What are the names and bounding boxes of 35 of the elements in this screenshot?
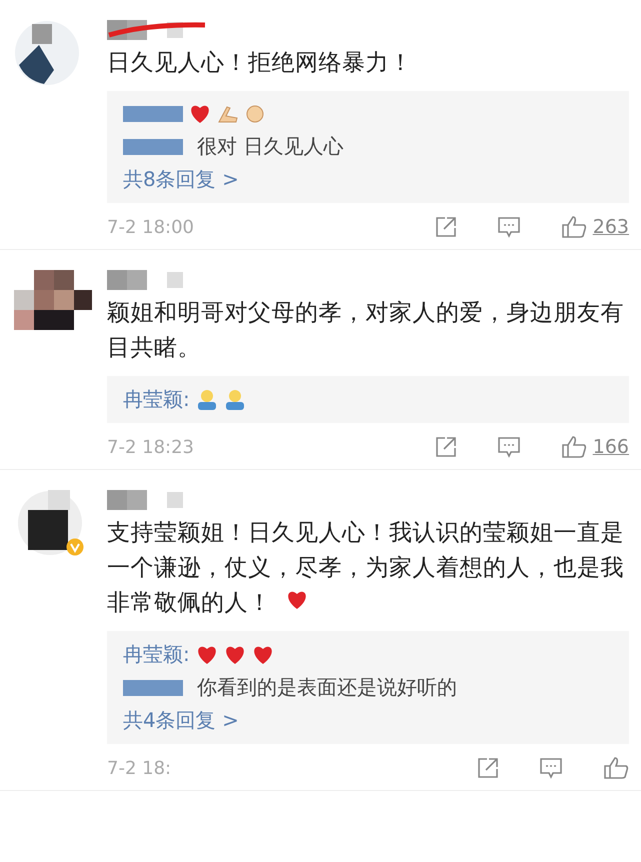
like-count: 263 (592, 216, 629, 238)
comment-time: 7-2 18:00 (107, 216, 195, 238)
reply-author[interactable]: 冉莹颖: (123, 386, 190, 413)
reply-author[interactable]: 冉莹颖: (123, 641, 190, 668)
heart-icon (286, 590, 308, 610)
like-count: 166 (592, 436, 629, 458)
comment-text: 颖姐和明哥对父母的孝，对家人的爱，身边朋友有目共睹。 (107, 299, 625, 363)
heart-icon (189, 104, 211, 124)
comment-icon[interactable] (539, 757, 563, 780)
comment-time: 7-2 18:23 (107, 436, 195, 458)
person-icon (196, 388, 218, 410)
person-icon (224, 388, 246, 410)
reply-text: 很对 日久见人心 (197, 133, 344, 160)
reply-text: 你看到的是表面还是说好听的 (197, 674, 457, 702)
more-replies-link[interactable]: 共8条回复 > (123, 166, 613, 193)
more-replies-link[interactable]: 共4条回复 > (123, 707, 613, 734)
comment-text: 日久见人心！拒绝网络暴力！ (107, 49, 414, 78)
comment-text: 支持莹颖姐！日久见人心！我认识的莹颖姐一直是一个谦逊，仗义，尽孝，为家人着想的人，也是我非常敬佩的人！ (107, 519, 625, 618)
heart-icon (224, 644, 246, 665)
comment-icon[interactable] (496, 436, 521, 458)
heart-icon (252, 644, 274, 665)
avatar-icon (14, 20, 80, 86)
thumbs-up-icon[interactable] (560, 215, 587, 239)
avatar-icon (14, 270, 94, 330)
redacted-name-drawing (123, 136, 183, 156)
comment-time: 7-2 18: (107, 758, 172, 779)
share-icon[interactable] (477, 757, 499, 780)
share-icon[interactable] (434, 436, 457, 458)
redacted-name-drawing (123, 104, 183, 124)
heart-icon (196, 644, 218, 665)
thumbs-up-icon[interactable] (560, 435, 587, 459)
thumbs-up-icon[interactable] (603, 756, 629, 780)
share-icon[interactable] (434, 216, 457, 238)
redacted-name-drawing (123, 678, 183, 698)
comment-icon[interactable] (496, 216, 521, 238)
